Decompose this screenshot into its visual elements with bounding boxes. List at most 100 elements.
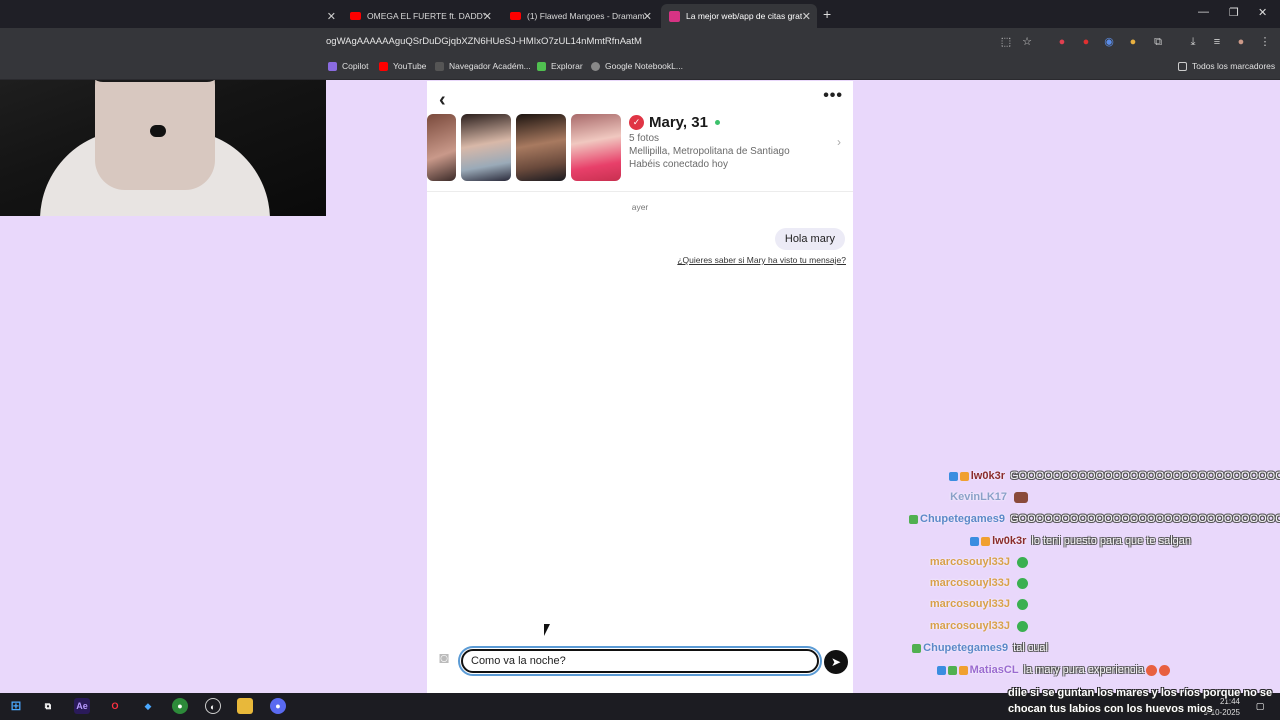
bookmarks-bar: Copilot YouTube Navegador Académ... Expl… (0, 56, 1280, 80)
chat-message: marcosouyl33J (930, 620, 1028, 632)
more-options-icon[interactable]: ••• (823, 87, 843, 105)
profile-location: Mellipilla, Metropolitana de Santiago (629, 146, 790, 157)
tab-dating-site[interactable]: La mejor web/app de citas grat ✕ (661, 4, 817, 28)
message-bubble: Hola mary (774, 228, 845, 250)
tab-flawed-mangoes[interactable]: (1) Flawed Mangoes - Dramam ✕ (502, 4, 658, 28)
bookmark-youtube[interactable]: YouTube (379, 61, 426, 71)
minimize-icon[interactable]: — (1198, 6, 1209, 18)
bookmark-explorar[interactable]: Explorar (537, 61, 583, 71)
chat-username: MatiasCL (969, 664, 1019, 676)
chat-message: KevinLK17 (950, 491, 1028, 503)
chat-username: marcosouyl33J (929, 620, 1010, 632)
folder-icon[interactable] (237, 698, 253, 714)
badge-icon (970, 536, 980, 546)
chat-username: Chupetegames9 (920, 513, 1005, 525)
chat-username: lw0k3r (970, 470, 1005, 482)
puzzle-icon[interactable]: ⧉ (1151, 35, 1165, 49)
badge-icon (936, 665, 946, 675)
tab-label: (1) Flawed Mangoes - Dramam (527, 11, 645, 21)
extension-icon[interactable]: ● (1055, 35, 1069, 49)
windows-start-icon[interactable]: ⊞ (8, 698, 24, 714)
after-effects-icon[interactable]: Ae (74, 698, 90, 714)
chat-text: lo teni puesto para que te salgan (1031, 535, 1191, 547)
new-tab-icon[interactable]: + (823, 6, 831, 22)
chat-message: lw0k3r lo teni puesto para que te salgan (970, 535, 1191, 547)
app-icon[interactable]: ◆ (140, 698, 156, 714)
youtube-icon (379, 61, 388, 71)
close-icon[interactable]: ✕ (483, 10, 492, 23)
chat-text: GOOOOOOOOOOOOOOOOOOOOOOOOOOOOOOOOOO (1010, 513, 1280, 525)
install-icon[interactable]: ⬚ (999, 35, 1013, 49)
emote-icon (1017, 598, 1028, 610)
url-field[interactable]: ogWAgAAAAAAguQSrDuDGjqbXZN6HUeSJ-HMIxO7z… (326, 36, 642, 47)
tab-omega[interactable]: OMEGA EL FUERTE ft. DADDY Y ✕ (342, 4, 498, 28)
chat-text: tal cual (1013, 642, 1048, 654)
online-indicator (714, 120, 720, 125)
chat-message: MatiasCL la mary pura experiencia (936, 664, 1170, 676)
close-icon[interactable]: ✕ (327, 10, 336, 23)
discord-icon[interactable]: ● (270, 698, 286, 714)
task-view-icon[interactable]: ⧉ (40, 698, 56, 714)
photo-count: 5 fotos (629, 133, 660, 144)
emote-icon (1159, 664, 1170, 676)
bookmark-all[interactable]: Todos los marcadores (1178, 61, 1275, 71)
explorar-icon (537, 61, 546, 71)
opera-icon[interactable]: O (107, 698, 123, 714)
avatar-icon[interactable]: ● (1234, 35, 1248, 49)
chat-text: la mary pura experiencia (1023, 664, 1144, 676)
profile-photo[interactable] (571, 114, 621, 181)
bookmark-icon (435, 61, 444, 71)
chat-message: Chupetegames9 GOOOOOOOOOOOOOOOOOOOOOOOOOO… (909, 513, 1280, 525)
chat-username: marcosouyl33J (929, 577, 1010, 589)
send-icon[interactable]: ➤ (824, 650, 848, 674)
chevron-right-icon[interactable]: › (837, 135, 841, 149)
camera-icon[interactable]: ◙ (431, 650, 457, 672)
verified-icon: ✓ (629, 115, 644, 130)
emote-icon (1017, 620, 1028, 632)
bookmark-notebooklm[interactable]: Google NotebookL... (591, 61, 683, 71)
seen-status-link[interactable]: ¿Quieres saber si Mary ha visto tu mensa… (677, 255, 846, 265)
day-separator: ayer (631, 202, 649, 212)
tab-partial[interactable]: ✕ (326, 4, 342, 28)
tab-bar: ✕ OMEGA EL FUERTE ft. DADDY Y ✕ (1) Flaw… (0, 0, 1280, 28)
extension-icon[interactable]: ● (1079, 35, 1093, 49)
translate-icon[interactable]: ◉ (1102, 35, 1116, 49)
restore-icon[interactable]: ❐ (1229, 6, 1239, 19)
divider (427, 191, 853, 192)
media-icon[interactable]: ≡ (1210, 35, 1224, 49)
emote-icon (1146, 664, 1157, 676)
bookmark-label: Copilot (342, 61, 369, 71)
extension-icon[interactable]: ● (1126, 35, 1140, 49)
profile-photo[interactable] (427, 114, 456, 181)
profile-photo[interactable] (461, 114, 511, 181)
star-icon[interactable]: ☆ (1020, 35, 1034, 49)
chat-username: Chupetegames9 (923, 642, 1009, 654)
mouse-cursor-icon (544, 624, 550, 636)
back-arrow-icon[interactable]: ‹ (439, 89, 446, 112)
close-window-icon[interactable]: ✕ (1258, 6, 1267, 19)
menu-icon[interactable]: ⋮ (1258, 35, 1272, 49)
youtube-icon (350, 12, 361, 20)
chat-message: lw0k3r GOOOOOOOOOOOOOOOOOOOOOOOOOOOOOOOOO… (948, 470, 1280, 482)
close-icon[interactable]: ✕ (802, 10, 811, 23)
profile-info[interactable]: ✓ Mary, 31 5 fotos Mellipilla, Metropoli… (629, 114, 790, 170)
chrome-icon[interactable]: ● (172, 698, 188, 714)
bookmark-navegador[interactable]: Navegador Académ... (435, 61, 531, 71)
tab-label: La mejor web/app de citas grat (686, 11, 803, 21)
close-icon[interactable]: ✕ (643, 10, 652, 23)
badge-icon (947, 665, 957, 675)
chat-message: marcosouyl33J (930, 556, 1028, 568)
message-input[interactable] (458, 646, 822, 676)
webcam-microphone (150, 125, 166, 137)
profile-photo[interactable] (516, 114, 566, 181)
bookmark-label: Explorar (551, 61, 583, 71)
chat-username: lw0k3r (992, 535, 1027, 547)
tab-label: OMEGA EL FUERTE ft. DADDY Y (367, 11, 485, 21)
bookmark-label: Navegador Académ... (449, 61, 531, 71)
bookmark-copilot[interactable]: Copilot (328, 61, 368, 71)
download-icon[interactable]: ⤓ (1186, 35, 1200, 49)
youtube-icon (510, 12, 521, 20)
obs-icon[interactable]: ◐ (205, 698, 221, 714)
emote-icon (1017, 577, 1028, 589)
chat-message: marcosouyl33J (930, 598, 1028, 610)
